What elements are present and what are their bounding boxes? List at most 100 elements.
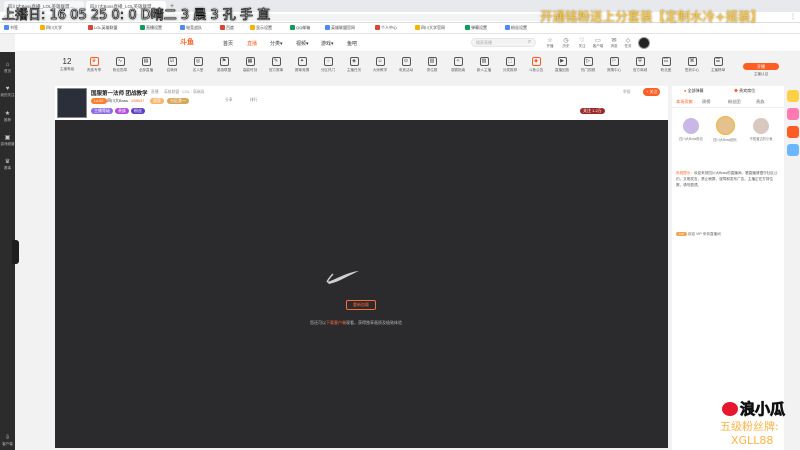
bookmark-item[interactable]: 粉丝设置 bbox=[505, 25, 527, 31]
avatar[interactable] bbox=[638, 37, 650, 49]
fan-badge-code: XGLL88 bbox=[731, 434, 774, 447]
category-item[interactable]: ⊙ 电竞活动 bbox=[393, 57, 419, 73]
video-player[interactable]: 重新加载 您还可以下载客户端观看，获得独享画质及极致体验 bbox=[55, 120, 668, 448]
gift-icon[interactable] bbox=[787, 126, 799, 138]
nav-video[interactable]: 视频▾ bbox=[296, 40, 309, 47]
streamer-avatar[interactable] bbox=[57, 88, 87, 118]
sidebar-item-game[interactable]: ▣ 游戏频道 bbox=[0, 134, 15, 147]
ranking-link[interactable]: 排行 bbox=[250, 98, 258, 103]
player-logo-icon bbox=[326, 271, 359, 284]
category-item[interactable]: ⌘ 签到中心 bbox=[679, 57, 705, 73]
room-badge: 超管 bbox=[150, 98, 164, 104]
category-item[interactable]: ☺ 大师教学 bbox=[367, 57, 393, 73]
category-item[interactable]: ✎ 官方赛事 bbox=[263, 57, 289, 73]
bookmark-item[interactable]: LOL英雄联盟 bbox=[88, 25, 118, 31]
top-user-2[interactable]: 四川大Boss团长 bbox=[710, 116, 740, 142]
nav-yuba[interactable]: 鱼吧 bbox=[347, 40, 357, 47]
room-category[interactable]: 英雄联盟 · LOL · 高端局 bbox=[164, 90, 204, 95]
category-item[interactable]: ◈ 主播任务 bbox=[341, 57, 367, 73]
bookmark-item[interactable]: 弹幕设置 bbox=[465, 25, 487, 31]
category-item[interactable]: ▤ 全部直播 bbox=[133, 57, 159, 73]
tab-divider bbox=[672, 107, 784, 108]
search-box[interactable]: 搜索直播 ⌕ bbox=[471, 38, 536, 47]
category-item[interactable]: ▷ 热门视频 bbox=[575, 57, 601, 73]
bookmark-item[interactable]: 个人中心 bbox=[375, 25, 397, 31]
header-icon[interactable]: ✉ 消息 bbox=[607, 37, 621, 49]
category-item[interactable]: ⚐ 竞猜中心 bbox=[601, 57, 627, 73]
share-link[interactable]: 分享 bbox=[225, 98, 233, 103]
sidebar-collapse-handle[interactable] bbox=[12, 240, 19, 264]
category-item[interactable]: ⚑ 英雄联盟 bbox=[211, 57, 237, 73]
category-item[interactable]: ✧ 观赛指南 bbox=[445, 57, 471, 73]
category-item[interactable]: ▨ 新人主播 bbox=[471, 57, 497, 73]
sidebar-item-download[interactable]: ⇩ 客户端 bbox=[0, 434, 15, 447]
top-user-1[interactable]: 四川大Boss粉丝 bbox=[676, 118, 706, 141]
top-user-3[interactable]: 不想溜达的小鱼 bbox=[744, 118, 778, 141]
site-logo[interactable]: 斗鱼 bbox=[180, 37, 205, 48]
category-item[interactable]: ∿ 粉丝勋章 bbox=[107, 57, 133, 73]
category-item[interactable]: ▥ 排位赛 bbox=[419, 57, 445, 73]
header-icon[interactable]: ◷ 历史 bbox=[559, 37, 573, 49]
sidebar-item-follow[interactable]: ♥ 我的关注 bbox=[0, 86, 15, 98]
bookmark-item[interactable]: QQ邮箱 bbox=[290, 25, 310, 31]
room-badge: 分区第一 bbox=[167, 98, 189, 104]
sidebar-item-match[interactable]: ♛ 赛事 bbox=[0, 158, 15, 171]
header-icon[interactable]: ▭ 客户端 bbox=[591, 37, 605, 49]
vip-seat-button[interactable]: ◆ 贵宾席位 bbox=[734, 88, 755, 94]
start-broadcast-button[interactable]: 开播 bbox=[743, 63, 779, 70]
category-item[interactable]: ✦ 赛事竞猜 bbox=[289, 57, 315, 73]
tab-weekly[interactable]: 周榜 bbox=[702, 99, 710, 105]
streamer-cert-label[interactable]: 主播认证 bbox=[743, 72, 779, 77]
bookmark-item[interactable]: 四川大学官网 bbox=[415, 25, 445, 31]
sidebar-item-recommend[interactable]: ★ 推荐 bbox=[0, 110, 15, 123]
fan-badge-label: 五级粉丝牌: bbox=[720, 420, 779, 433]
category-item[interactable]: ☰ 主播榜单 bbox=[705, 57, 731, 73]
tab-fans[interactable]: 粉丝团 bbox=[728, 99, 741, 105]
bookmark-item[interactable]: 四川大学 bbox=[40, 25, 62, 31]
search-input[interactable]: 搜索直播 bbox=[476, 40, 492, 46]
header-icon[interactable]: ♡ 关注 bbox=[575, 37, 589, 49]
room-owner-tag: 直播 bbox=[151, 90, 159, 94]
bookmark-item[interactable]: 直播设置 bbox=[140, 25, 162, 31]
header-icon[interactable]: ◇ 任务 bbox=[621, 37, 635, 49]
nav-live[interactable]: 直播 bbox=[247, 40, 257, 47]
tab-contribution[interactable]: 本场贡献 bbox=[676, 99, 693, 105]
category-item[interactable]: ⬚ 分类推荐 bbox=[497, 57, 523, 73]
gift-icon[interactable] bbox=[787, 108, 799, 120]
menu-icon[interactable]: ⋮ bbox=[790, 13, 796, 20]
search-icon[interactable]: ⌕ bbox=[528, 39, 531, 46]
follow-button[interactable]: + 关注 bbox=[643, 88, 661, 96]
streamer-name[interactable]: 四川大Boss bbox=[107, 98, 128, 104]
bookmark-item[interactable]: 百度 bbox=[220, 25, 234, 31]
nav-home[interactable]: 首页 bbox=[223, 40, 233, 47]
tag-pill: 贵族 bbox=[115, 108, 129, 114]
level-counter[interactable]: 12 主播等级 bbox=[55, 57, 79, 72]
bookmark-item[interactable]: 书签 bbox=[4, 25, 18, 31]
reload-button[interactable]: 重新加载 bbox=[346, 300, 376, 310]
bookmark-item[interactable]: 电竞战队 bbox=[180, 25, 202, 31]
nav-category[interactable]: 分类▾ bbox=[270, 40, 283, 47]
category-item[interactable]: ♢ 分区热门 bbox=[315, 57, 341, 73]
category-item[interactable]: ☑ 召唤师 bbox=[159, 57, 185, 73]
report-link[interactable]: 举报 bbox=[623, 90, 631, 95]
tab-nobility[interactable]: 贵族 bbox=[756, 99, 764, 105]
category-item[interactable]: ▶ 直播回放 bbox=[549, 57, 575, 73]
vip-icon: ◆ bbox=[734, 88, 738, 93]
bookmark-item[interactable]: 显示设置 bbox=[250, 25, 272, 31]
category-item[interactable]: ♛ 贵族专享 bbox=[81, 57, 107, 73]
category-item[interactable]: ◆ 斗鱼公告 bbox=[523, 57, 549, 73]
bookmark-item[interactable]: 英雄联盟官网 bbox=[325, 25, 355, 31]
category-item[interactable]: ▦ 高能时刻 bbox=[237, 57, 263, 73]
download-client-link[interactable]: 下载客户端 bbox=[326, 320, 346, 325]
stream-overlay-top-right: 开通铭粉送上分套装【定制水冷+摇装】 bbox=[540, 9, 763, 24]
header-icon[interactable]: ☆ 开播 bbox=[543, 37, 557, 49]
category-item[interactable]: ☷ 粉丝团 bbox=[653, 57, 679, 73]
all-danmu-button[interactable]: ● 全部弹幕 bbox=[684, 88, 704, 94]
sidebar-item-home[interactable]: ⌂ 首页 bbox=[0, 62, 15, 74]
category-item[interactable]: ⛨ 官方商城 bbox=[627, 57, 653, 73]
gift-icon[interactable] bbox=[787, 144, 799, 156]
gift-icon[interactable] bbox=[787, 90, 799, 102]
vip-badge: VIP bbox=[676, 232, 687, 236]
nav-game[interactable]: 游戏▾ bbox=[321, 40, 334, 47]
category-item[interactable]: ◎ 名人堂 bbox=[185, 57, 211, 73]
